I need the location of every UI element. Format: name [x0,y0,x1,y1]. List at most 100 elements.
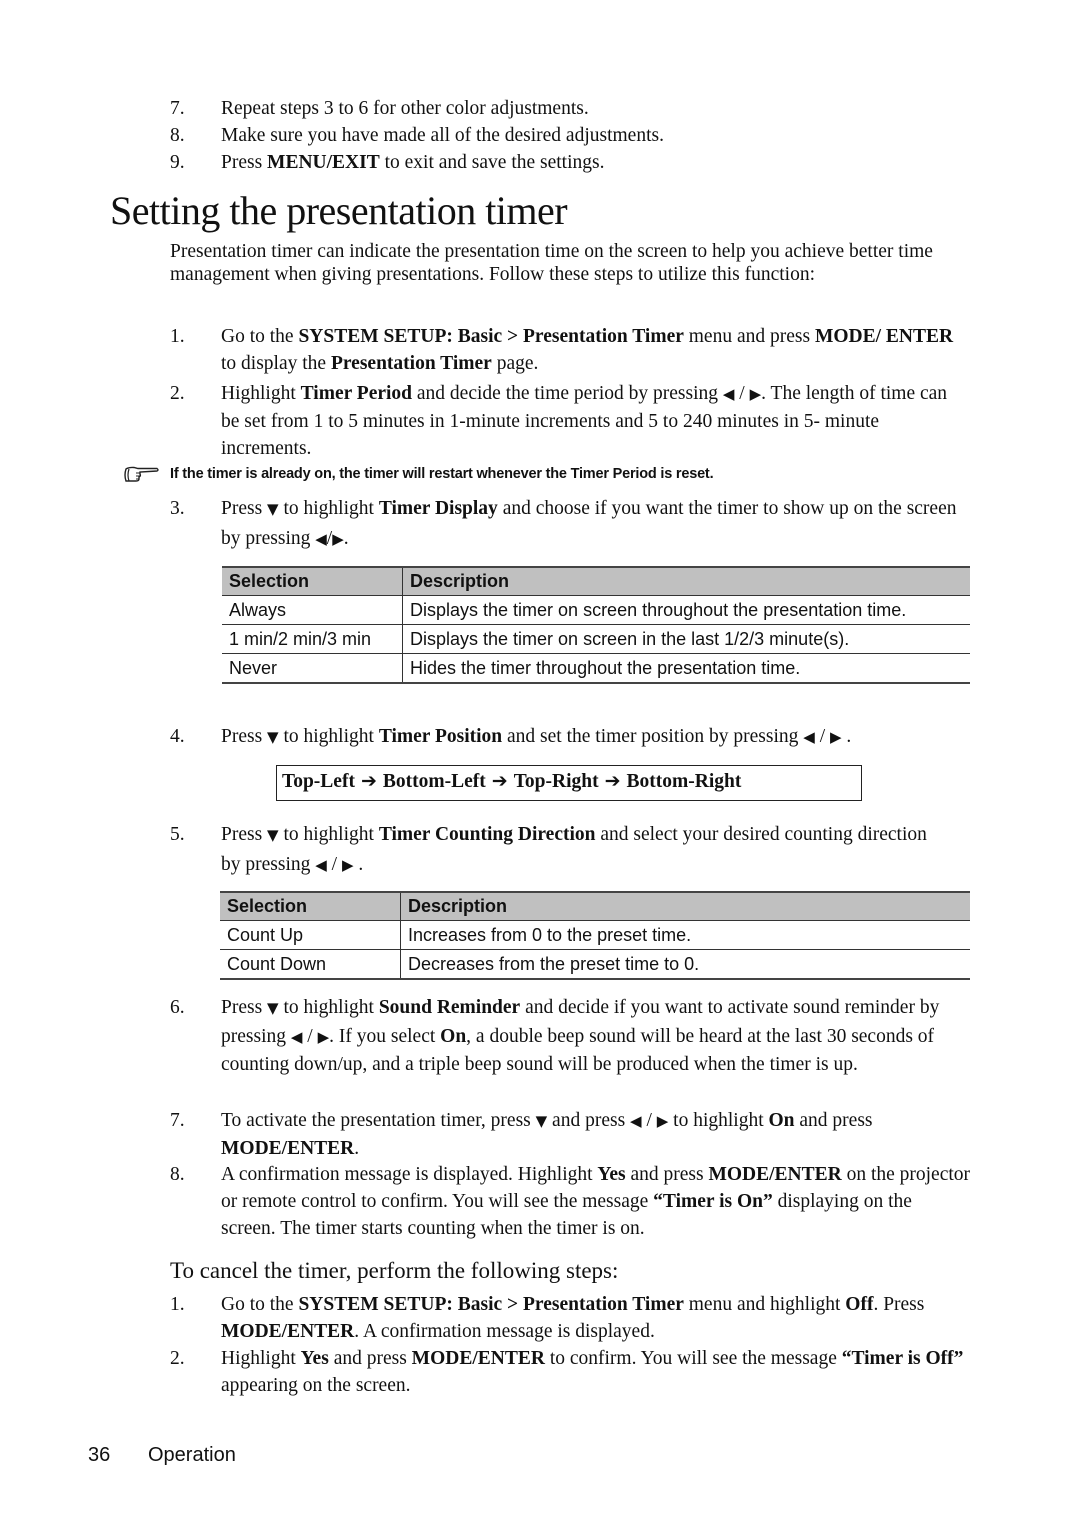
text-run: / [814,726,830,747]
arrow-right-icon: ➔ [604,770,621,792]
timer-display-table: Selection Description Always Displays th… [222,566,970,684]
table-row: Count Up Increases from 0 to the preset … [220,920,970,950]
emphasis: MODE/ENTER [708,1164,842,1185]
emphasis: SYSTEM SETUP: Basic > Presentation Timer [298,1294,684,1315]
note-text: If the timer is already on, the timer wi… [170,466,714,482]
text-run: and decide the time period by pressing [412,383,723,404]
triangle-down-icon: ▼ [267,999,279,1017]
emphasis: Presentation Timer [330,353,492,374]
text-run: . A confirmation message is displayed. [354,1321,655,1342]
column-header: Selection [220,891,401,921]
step-list-item: 4. Press ▼ to highlight Timer Position a… [170,723,970,751]
triangle-left-icon: ◀ [722,385,735,403]
text-run: Press [221,726,268,747]
emphasis: MODE/ ENTER [814,326,954,347]
position-option: Top-Right [513,771,599,792]
step-text: To activate the presentation timer, pres… [221,1107,971,1162]
emphasis: Yes [300,1348,329,1369]
text-run: . [841,726,852,747]
step-list-item: 8. Make sure you have made all of the de… [170,122,970,149]
text-run: Press [221,152,268,173]
pointing-hand-icon [124,466,159,482]
text-run: to display the [221,353,331,374]
text-run: To activate the presentation timer, pres… [221,1110,536,1131]
step-number: 3. [170,498,185,519]
column-header: Description [400,891,970,921]
triangle-down-icon: ▼ [267,728,279,746]
step-text: Highlight Yes and press MODE/ENTER to co… [221,1345,971,1399]
emphasis: MODE/ENTER [221,1138,355,1159]
text-run: . [353,854,364,875]
emphasis: SYSTEM SETUP: Basic > Presentation Timer [298,326,684,347]
triangle-left-icon: ◀ [803,728,815,746]
step-list-item: 2. Highlight Timer Period and decide the… [170,380,970,462]
step-list-item: 1. Go to the SYSTEM SETUP: Basic > Prese… [170,1291,970,1345]
note: If the timer is already on, the timer wi… [122,464,982,488]
step-text: Press ▼ to highlight Timer Position and … [221,723,970,751]
text-run: menu and highlight [683,1294,846,1315]
step-list-item: 7. To activate the presentation timer, p… [170,1107,970,1162]
step-number: 8. [170,1164,185,1185]
text-run: and press [328,1348,412,1369]
triangle-left-icon: ◀ [630,1112,642,1130]
step-number: 5. [170,824,185,845]
text-run: to highlight [668,1110,769,1131]
text-run: . [343,528,349,549]
step-list-item: 9. Press MENU/EXIT to exit and save the … [170,149,970,176]
page-footer: 36 Operation [88,1444,236,1467]
step-text: Go to the SYSTEM SETUP: Basic > Presenta… [221,323,970,377]
emphasis: MODE/ENTER [221,1321,355,1342]
description-cell: Displays the timer on screen throughout … [402,595,970,625]
triangle-right-icon: ▶ [317,1027,330,1046]
description-cell: Displays the timer on screen in the last… [402,624,970,654]
emphasis: Timer Counting Direction [378,824,596,845]
page-number: 36 [88,1444,111,1466]
triangle-right-icon: ▶ [332,530,344,548]
step-list-item: 3. Press ▼ to highlight Timer Display an… [170,494,970,554]
table-row: Count Down Decreases from the preset tim… [220,949,970,980]
text-run: / [326,854,342,875]
triangle-right-icon: ▶ [656,1112,669,1130]
manual-page: 7. Repeat steps 3 to 6 for other color a… [0,0,1080,1529]
text-run: / [302,1025,318,1047]
step-text: A confirmation message is displayed. Hig… [221,1161,971,1242]
emphasis: Timer Position [378,726,503,747]
text-run: Press [221,498,268,519]
section-name: Operation [148,1444,236,1466]
table-header-row: Selection Description [220,891,970,921]
section-title: Setting the presentation timer [110,188,568,233]
text-run: . [354,1138,360,1159]
selection-cell: Count Up [220,920,401,950]
step-number: 1. [170,1294,185,1315]
text-run: to confirm. You will see the message [544,1348,842,1369]
description-cell: Increases from 0 to the preset time. [400,920,970,950]
selection-cell: Count Down [220,949,401,980]
step-number: 4. [170,726,185,747]
text-run: . Press [873,1294,925,1315]
timer-position-sequence: Top-Left ➔ Bottom-Left ➔ Top-Right ➔ Bottom-Ri… [276,765,862,801]
step-list-item: 8. A confirmation message is displayed. … [170,1161,970,1242]
step-number: 9. [170,152,185,173]
step-number: 8. [170,125,185,146]
text-run: Go to the [221,326,299,347]
text-run: . If you select [329,1025,441,1047]
step-text: Repeat steps 3 to 6 for other color adju… [221,95,970,122]
text-run: and press [794,1110,873,1131]
triangle-left-icon: ◀ [315,856,327,874]
subsection-heading: To cancel the timer, perform the followi… [170,1258,619,1283]
text-run: page. [491,353,539,374]
step-number: 2. [170,1348,185,1369]
selection-cell: Always [222,595,403,625]
triangle-right-icon: ▶ [341,856,354,874]
text-run: to exit and save the settings. [379,152,605,173]
arrow-right-icon: ➔ [491,770,508,792]
table-row: Never Hides the timer throughout the pre… [222,653,970,684]
step-list-item: 5. Press ▼ to highlight Timer Counting D… [170,820,970,880]
emphasis: Sound Reminder [378,997,521,1018]
counting-direction-table: Selection Description Count Up Increases… [220,891,970,980]
step-text: Press ▼ to highlight Timer Counting Dire… [221,820,941,880]
step-text: Make sure you have made all of the desir… [221,122,970,149]
table-header-row: Selection Description [222,566,970,596]
step-number: 2. [170,383,185,404]
emphasis: MODE/ENTER [411,1348,545,1369]
